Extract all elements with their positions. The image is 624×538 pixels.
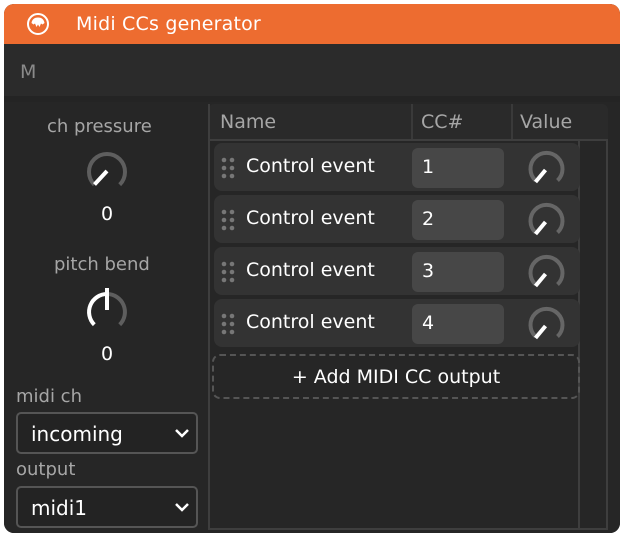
ch-pressure-value: 0: [101, 203, 114, 225]
value-knob[interactable]: [524, 201, 566, 241]
header-divider: [208, 139, 608, 141]
cc-number-value: 3: [422, 260, 435, 282]
knob-pointer: [533, 324, 548, 340]
cc-number-input[interactable]: 3: [412, 252, 504, 292]
midi-ch-selected: incoming: [31, 422, 123, 446]
table-header: Name CC# Value: [208, 104, 608, 141]
row-name[interactable]: Control event: [246, 259, 375, 281]
knob-fill: [87, 292, 108, 327]
cc-number-value: 4: [422, 312, 435, 334]
table-row[interactable]: Control event 2: [214, 195, 580, 243]
midi-ccs-generator-window: Midi CCs generator M ch pressure 0 pitch…: [4, 4, 620, 533]
knob-track: [106, 292, 127, 327]
cc-number-value: 1: [422, 156, 435, 178]
knob-pointer: [93, 169, 109, 186]
knob-track: [528, 306, 565, 338]
table-row[interactable]: Control event 1: [214, 143, 580, 191]
column-divider[interactable]: [511, 104, 513, 139]
midi-ch-select[interactable]: incoming: [16, 412, 198, 454]
output-selected: midi1: [31, 496, 88, 520]
value-knob[interactable]: [524, 149, 566, 189]
cc-number-input[interactable]: 1: [412, 148, 504, 188]
table-border: [208, 528, 608, 530]
knob-track: [528, 254, 565, 286]
pitch-bend-label: pitch bend: [54, 254, 150, 275]
column-header-cc: CC#: [421, 111, 464, 133]
toolbar-m-button[interactable]: M: [20, 61, 36, 83]
output-select[interactable]: midi1: [16, 486, 198, 528]
ch-pressure-knob[interactable]: [79, 144, 135, 200]
midi-ch-label: midi ch: [16, 386, 82, 407]
toolbar: M: [4, 44, 620, 96]
column-header-value: Value: [520, 111, 573, 133]
table-row[interactable]: Control event 3: [214, 247, 580, 295]
toolbar-divider: [4, 96, 620, 102]
column-header-name: Name: [220, 111, 277, 133]
cc-table: Name CC# Value Control event 1 Control e…: [208, 104, 608, 530]
cc-number-input[interactable]: 2: [412, 200, 504, 240]
column-divider[interactable]: [411, 104, 413, 139]
add-midi-cc-output-button[interactable]: + Add MIDI CC output: [212, 354, 580, 399]
drag-handle-icon[interactable]: [220, 157, 236, 179]
table-border: [606, 141, 608, 530]
title-bar: Midi CCs generator: [4, 4, 620, 44]
ch-pressure-label: ch pressure: [47, 116, 152, 137]
cc-number-value: 2: [422, 208, 435, 230]
row-name[interactable]: Control event: [246, 207, 375, 229]
pitch-bend-knob[interactable]: [79, 284, 135, 340]
drag-handle-icon[interactable]: [220, 313, 236, 335]
device-logo-icon: [27, 13, 49, 35]
chevron-down-icon: [175, 503, 189, 512]
row-name[interactable]: Control event: [246, 155, 375, 177]
value-knob[interactable]: [524, 253, 566, 293]
output-label: output: [16, 459, 76, 480]
add-button-label: + Add MIDI CC output: [291, 366, 501, 388]
table-row[interactable]: Control event 4: [214, 299, 580, 347]
knob-pointer: [533, 272, 548, 288]
row-name[interactable]: Control event: [246, 311, 375, 333]
table-border: [208, 104, 210, 530]
pitch-bend-value: 0: [101, 343, 114, 365]
window-title: Midi CCs generator: [76, 13, 261, 35]
knob-track: [528, 202, 565, 234]
knob-track: [528, 150, 565, 182]
chevron-down-icon: [175, 429, 189, 438]
knob-pointer: [533, 168, 548, 184]
knob-track: [87, 152, 127, 187]
knob-pointer: [533, 220, 548, 236]
drag-handle-icon[interactable]: [220, 261, 236, 283]
cc-number-input[interactable]: 4: [412, 304, 504, 344]
drag-handle-icon[interactable]: [220, 209, 236, 231]
value-knob[interactable]: [524, 305, 566, 345]
